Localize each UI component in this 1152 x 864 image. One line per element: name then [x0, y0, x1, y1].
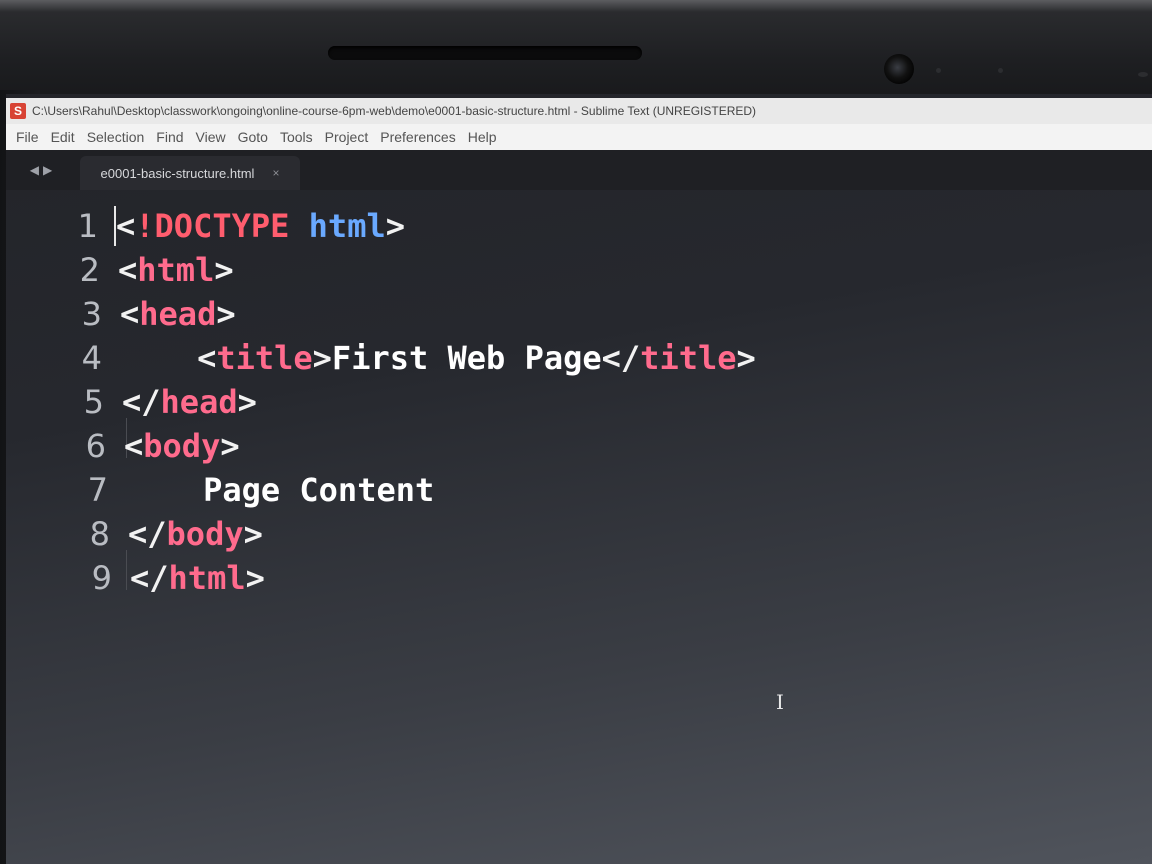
code-content: < !DOCTYPE html > [116, 207, 405, 245]
line-number: 8 [89, 515, 110, 553]
menu-selection[interactable]: Selection [87, 129, 145, 145]
code-line[interactable]: 3 < head > [28, 292, 236, 336]
code-token: html [137, 251, 215, 289]
chevron-left-icon[interactable]: ◀ [30, 163, 39, 177]
tab-label: e0001-basic-structure.html [100, 165, 255, 181]
code-token: > [214, 251, 234, 289]
code-content: Page Content [126, 471, 434, 509]
sublime-text-icon: S [10, 103, 26, 119]
code-token: body [143, 427, 221, 465]
code-token: </ [130, 559, 169, 597]
code-token: > [385, 207, 405, 245]
menu-tools[interactable]: Tools [280, 129, 313, 145]
code-token: > [243, 515, 263, 553]
line-number: 4 [81, 339, 102, 377]
code-token: head [139, 295, 217, 333]
line-number: 7 [87, 471, 108, 509]
close-icon[interactable]: × [272, 166, 279, 180]
menu-preferences[interactable]: Preferences [380, 129, 455, 145]
indicator-light [998, 68, 1003, 73]
chevron-right-icon[interactable]: ▶ [43, 163, 52, 177]
code-token: First Web Page [331, 339, 602, 377]
menu-find[interactable]: Find [156, 129, 183, 145]
code-token: head [160, 383, 238, 421]
window-title: C:\Users\Rahul\Desktop\classwork\ongoing… [32, 104, 757, 118]
code-token: title [216, 339, 313, 377]
code-content: </head > [122, 383, 257, 421]
code-line[interactable]: 7 Page Content [34, 468, 435, 512]
code-token: > [245, 559, 265, 597]
code-token: > [312, 339, 332, 377]
code-token: body [166, 515, 244, 553]
code-token: < [120, 339, 217, 377]
code-token: < [116, 207, 136, 245]
indicator-light [1138, 72, 1148, 77]
code-token: Page Content [126, 471, 435, 509]
code-token: < [124, 427, 144, 465]
code-token: </ [601, 339, 641, 377]
line-number: 6 [85, 427, 106, 465]
code-token: > [736, 339, 756, 377]
code-token: html [308, 207, 386, 245]
code-token: > [216, 295, 236, 333]
menu-bar: File Edit Selection Find View Goto Tools… [6, 124, 1152, 150]
menu-project[interactable]: Project [325, 129, 369, 145]
menu-edit[interactable]: Edit [51, 129, 75, 145]
tab-e0001-basic-structure[interactable]: e0001-basic-structure.html × [80, 156, 300, 190]
line-number: 5 [83, 383, 104, 421]
code-line[interactable]: 1 < !DOCTYPE html > [24, 204, 405, 248]
code-content: < body > [124, 427, 240, 465]
code-line[interactable]: 2 < html > [26, 248, 234, 292]
line-number: 3 [81, 295, 102, 333]
code-token: title [640, 339, 737, 377]
ibeam-cursor-icon: I [776, 690, 784, 714]
code-content: </body > [128, 515, 263, 553]
tab-navigation: ◀ ▶ [6, 150, 76, 190]
code-line[interactable]: 9 </html > [38, 556, 265, 600]
code-token: < [120, 295, 140, 333]
line-number: 2 [79, 251, 100, 289]
speaker-slot [328, 46, 642, 60]
code-token: </ [122, 383, 161, 421]
code-token: </ [128, 515, 167, 553]
indicator-light [936, 68, 941, 73]
code-line[interactable]: 4 < title > First Web Page </title > [28, 336, 756, 380]
title-bar: S C:\Users\Rahul\Desktop\classwork\ongoi… [6, 98, 1152, 124]
screen: S C:\Users\Rahul\Desktop\classwork\ongoi… [6, 94, 1152, 864]
line-number: 1 [77, 207, 98, 245]
menu-file[interactable]: File [16, 129, 39, 145]
code-token: > [237, 383, 257, 421]
code-content: < head > [120, 295, 236, 333]
code-line[interactable]: 8 </body > [36, 512, 263, 556]
code-token: !DOCTYPE [135, 207, 290, 245]
code-content: < title > First Web Page </title > [120, 339, 756, 377]
code-content: </html > [130, 559, 265, 597]
menu-view[interactable]: View [196, 129, 226, 145]
tab-bar: ◀ ▶ e0001-basic-structure.html × [6, 150, 1152, 190]
menu-goto[interactable]: Goto [238, 129, 268, 145]
line-number: 9 [91, 559, 112, 597]
code-line[interactable]: 6 < body > [32, 424, 240, 468]
code-token: > [220, 427, 240, 465]
code-line[interactable]: 5 </head > [30, 380, 257, 424]
code-token: html [168, 559, 246, 597]
code-editor[interactable]: 1 < !DOCTYPE html >2 < html >3 < head >4 < title > F… [6, 190, 1152, 864]
webcam-icon [884, 54, 914, 84]
menu-help[interactable]: Help [468, 129, 497, 145]
code-content: < html > [118, 251, 234, 289]
code-token: < [118, 251, 138, 289]
